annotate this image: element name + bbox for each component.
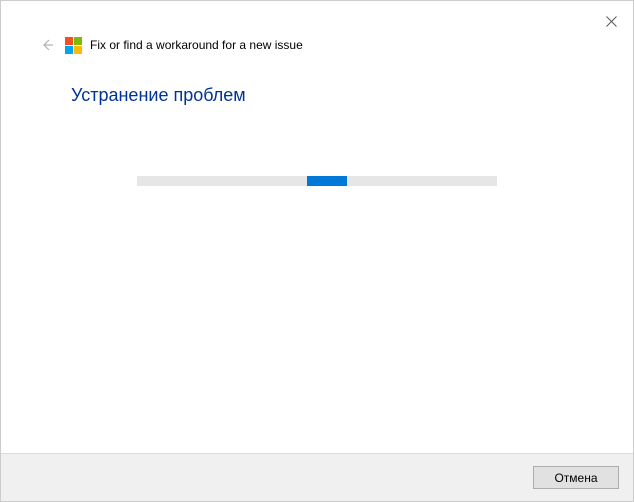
progress-indicator: [307, 176, 347, 186]
microsoft-logo-icon: [65, 37, 82, 54]
close-icon: [606, 16, 617, 27]
troubleshooter-window: Fix or find a workaround for a new issue…: [0, 0, 634, 502]
footer: Отмена: [1, 453, 633, 501]
back-button: [37, 35, 57, 55]
cancel-button[interactable]: Отмена: [533, 466, 619, 489]
close-button[interactable]: [601, 11, 621, 31]
header: Fix or find a workaround for a new issue: [1, 1, 633, 55]
window-title: Fix or find a workaround for a new issue: [90, 38, 303, 52]
back-arrow-icon: [39, 37, 55, 53]
page-heading: Устранение проблем: [71, 85, 633, 106]
progress-bar: [137, 176, 497, 186]
